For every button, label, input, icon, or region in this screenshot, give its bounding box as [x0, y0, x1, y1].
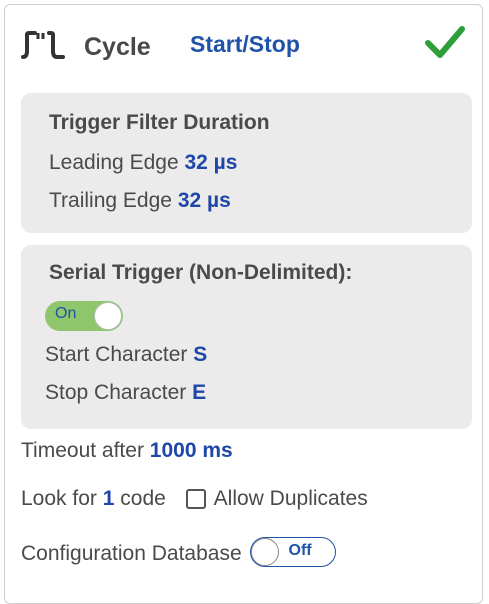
trailing-edge-value[interactable]: 32 µs — [178, 189, 231, 212]
start-character-label: Start Character — [45, 343, 188, 366]
serial-trigger-toggle[interactable]: On — [45, 301, 123, 331]
look-for-row: Look for 1 code Allow Duplicates — [21, 487, 368, 511]
start-character-value[interactable]: S — [193, 343, 207, 366]
start-character-row[interactable]: Start Character S — [45, 343, 207, 367]
timeout-value[interactable]: 1000 ms — [150, 439, 233, 462]
serial-trigger-card[interactable]: Serial Trigger (Non-Delimited): On Start… — [21, 245, 472, 429]
stop-character-value[interactable]: E — [192, 381, 206, 404]
config-db-toggle[interactable]: Off — [249, 537, 336, 567]
code-count-value[interactable]: 1 — [103, 487, 115, 510]
leading-edge-value[interactable]: 32 µs — [184, 151, 237, 174]
trigger-filter-card[interactable]: Trigger Filter Duration Leading Edge 32 … — [21, 93, 472, 233]
toggle-on-label: On — [55, 305, 77, 322]
cycle-mode-link[interactable]: Start/Stop — [190, 31, 300, 58]
section-title: Cycle — [84, 33, 151, 61]
trigger-filter-title: Trigger Filter Duration — [49, 111, 270, 134]
cycle-panel: Cycle Start/Stop Trigger Filter Duration… — [4, 4, 483, 604]
look-for-prefix: Look for — [21, 487, 97, 510]
toggle-off-label: Off — [288, 542, 312, 559]
allow-duplicates-checkbox[interactable] — [185, 489, 206, 509]
cycle-pulse-icon — [21, 31, 65, 59]
leading-edge-label: Leading Edge — [49, 151, 179, 174]
config-db-row: Configuration Database Off — [21, 537, 336, 567]
stop-character-row[interactable]: Stop Character E — [45, 381, 206, 405]
look-for-suffix: code — [120, 487, 166, 510]
leading-edge-row[interactable]: Leading Edge 32 µs — [49, 151, 237, 175]
timeout-row[interactable]: Timeout after 1000 ms — [21, 439, 233, 463]
allow-duplicates-label[interactable]: Allow Duplicates — [214, 487, 368, 510]
toggle-knob — [250, 538, 279, 566]
stop-character-label: Stop Character — [45, 381, 187, 404]
toggle-knob — [94, 302, 122, 330]
trailing-edge-label: Trailing Edge — [49, 189, 172, 212]
config-db-label: Configuration Database — [21, 542, 242, 565]
timeout-label: Timeout after — [21, 439, 144, 462]
checkmark-icon — [425, 26, 465, 58]
cycle-header[interactable]: Cycle Start/Stop — [21, 21, 472, 75]
trailing-edge-row[interactable]: Trailing Edge 32 µs — [49, 189, 231, 213]
serial-trigger-title: Serial Trigger (Non-Delimited): — [49, 261, 353, 284]
